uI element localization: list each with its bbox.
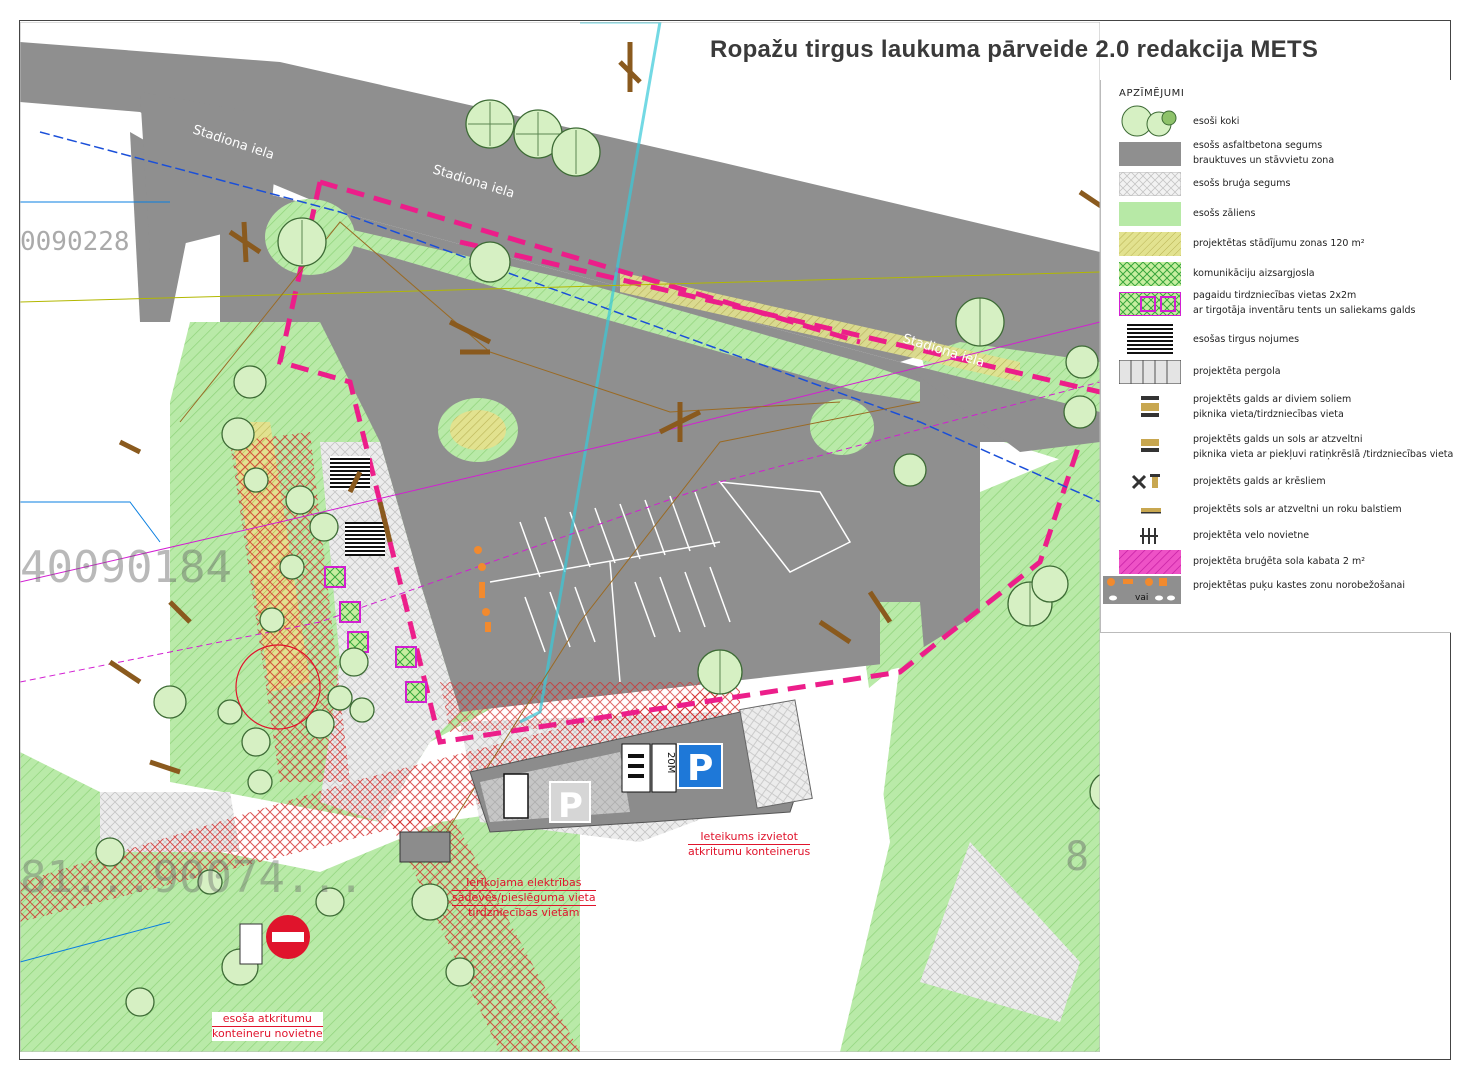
- lawn-swatch: [1119, 202, 1181, 226]
- pergola-swatch: [1119, 360, 1181, 384]
- asphalt-swatch: [1119, 142, 1181, 166]
- accessible-parking-sign: [503, 773, 529, 819]
- legend-text: projektēta pergola: [1193, 366, 1281, 377]
- legend-text: esošs zāliens: [1193, 208, 1256, 219]
- legend-text: projektēta bruģēta sola kabata 2 m²: [1193, 556, 1366, 567]
- legend-panel: APZĪMĒJUMI esoši koki esošs asfaltbetona…: [1100, 80, 1454, 633]
- legend-text: brauktuves un stāvvietu zona: [1193, 155, 1335, 166]
- legend-text: projektēts sols ar atzveltni un roku bal…: [1193, 504, 1402, 515]
- market-stall-swatch: [1119, 292, 1181, 316]
- bike-rack-icon: [1140, 528, 1158, 544]
- svg-text:P: P: [558, 786, 583, 826]
- legend-text: projektēts galds ar diviem soliem: [1193, 394, 1352, 405]
- svg-text:20M: 20M: [665, 752, 676, 773]
- tree-icon: [1121, 105, 1177, 137]
- legend-item-trees: esoši koki: [1119, 104, 1449, 138]
- picnic-table-icon: [1141, 396, 1159, 417]
- electric-label-line-3: tirdzniecības vietām: [468, 906, 580, 919]
- electric-label: Ierīkojama elektrības sadeves/pieslēguma…: [452, 876, 596, 920]
- electric-label-line-2: sadeves/pieslēguma vieta: [452, 891, 596, 906]
- info-sign: [621, 743, 651, 793]
- parcel-number-4: 8: [1065, 834, 1089, 880]
- parking-sign-small: P: [549, 781, 591, 826]
- legend-text: esošs bruģa segums: [1193, 178, 1291, 189]
- canopy-swatch: [1127, 324, 1173, 356]
- table-chairs-icon: [1131, 474, 1160, 490]
- electric-label-line-1: Ierīkojama elektrības: [452, 876, 596, 891]
- containers-old-line-1: esoša atkritumu: [212, 1012, 323, 1027]
- utility-zone-swatch: [1119, 262, 1181, 286]
- containers-new-label: Ieteikums izvietot atkritumu konteinerus: [688, 830, 811, 859]
- flower-box-swatch: vai: [1103, 576, 1181, 604]
- parcel-number-2: 40090184: [20, 542, 232, 593]
- legend-text: projektēts galds un sols ar atzveltni: [1193, 434, 1363, 445]
- containers-old-line-2: konteineru novietne: [212, 1027, 323, 1040]
- parcel-number-3: 81...90074...: [20, 852, 364, 903]
- planting-swatch: [1119, 232, 1181, 256]
- legend-text: komunikāciju aizsargjosla: [1193, 268, 1315, 279]
- parking-sign: P: [677, 743, 723, 789]
- flower-swatch-text: vai: [1135, 593, 1148, 603]
- parcel-number-1: 0090228: [20, 227, 130, 257]
- legend-text: esošs asfaltbetona segums: [1193, 140, 1323, 151]
- containers-new-line-2: atkritumu konteinerus: [688, 845, 811, 858]
- legend-text: pagaidu tirdzniecības vietas 2x2m: [1193, 290, 1357, 301]
- legend-heading: APZĪMĒJUMI: [1119, 88, 1185, 99]
- bench-icon: [1141, 508, 1161, 514]
- drawing-title: Ropažu tirgus laukuma pārveide 2.0 redak…: [710, 36, 1319, 63]
- containers-old-label: esoša atkritumu konteineru novietne: [212, 1012, 323, 1041]
- no-entry-sign: [266, 915, 310, 959]
- legend-text: ar tirgotāja inventāru tents un saliekam…: [1193, 305, 1416, 316]
- legend-text: projektētas stādījumu zonas 120 m²: [1193, 238, 1365, 249]
- legend-text: piknika vieta/tirdzniecības vieta: [1193, 409, 1344, 420]
- legend-text: esoši koki: [1193, 116, 1240, 127]
- legend-item-canopy: esošas tirgus nojumes: [1119, 324, 1449, 356]
- container-site: [239, 923, 263, 965]
- legend-text: projektēts galds ar krēsliem: [1193, 476, 1326, 487]
- legend-text: piknika vieta ar piekļuvi ratiņkrēslā /t…: [1193, 449, 1454, 460]
- legend-text: projektēta velo novietne: [1193, 530, 1310, 541]
- accessible-table-icon: [1141, 439, 1159, 452]
- containers-new-line-1: Ieteikums izvietot: [688, 830, 811, 845]
- legend-text: projektētas puķu kastes zonu norobežošan…: [1193, 580, 1405, 591]
- legend-text: esošas tirgus nojumes: [1193, 334, 1300, 345]
- paving-swatch: [1119, 172, 1181, 196]
- svg-text:P: P: [687, 748, 713, 789]
- container-new: [399, 831, 451, 863]
- distance-sign: 20M: [651, 743, 677, 793]
- bench-pocket-swatch: [1119, 550, 1181, 574]
